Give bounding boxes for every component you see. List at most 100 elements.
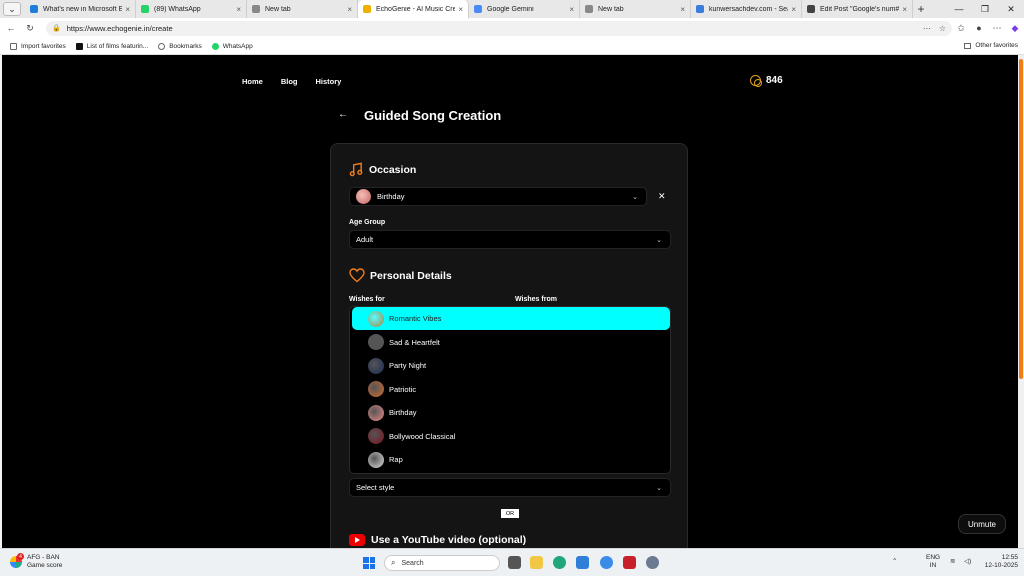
tray-overflow-icon[interactable]: ⌃ [892, 558, 897, 566]
tab-label: (89) WhatsApp [154, 5, 201, 13]
tab-favicon-icon [585, 5, 593, 13]
occasion-select[interactable]: Birthday ⌄ [349, 187, 647, 206]
tab-favicon-icon [474, 5, 482, 13]
close-window-button[interactable]: ✕ [998, 0, 1024, 18]
url-text: https://www.echogenie.in/create [66, 23, 173, 33]
nav-history[interactable]: History [316, 77, 342, 86]
fav-bookmarks[interactable]: Bookmarks [158, 42, 202, 50]
volume-icon[interactable]: ◁) [964, 558, 971, 566]
age-group-select[interactable]: Adult ⌄ [349, 230, 671, 249]
age-group-label: Age Group [349, 219, 386, 226]
back-button[interactable]: ← [3, 20, 19, 36]
tab-favicon-icon [363, 5, 371, 13]
style-avatar [368, 451, 384, 468]
wifi-icon[interactable]: ≋ [950, 558, 955, 566]
edge-browser-icon[interactable] [553, 556, 566, 569]
profile-icon[interactable]: ● [970, 20, 988, 36]
favorites-icon[interactable]: ✩ [952, 20, 970, 36]
browser-tab[interactable]: (89) WhatsApp × [136, 0, 247, 18]
occasion-heading: Occasion [349, 162, 416, 177]
refresh-button[interactable]: ↻ [22, 20, 38, 36]
tab-favicon-icon [696, 5, 704, 13]
tab-strip: ⌄ What's new in Microsoft Ed × (89) WhatsA… [0, 0, 1024, 18]
style-option-label: Rap [389, 455, 403, 464]
back-arrow-icon[interactable]: ← [338, 109, 348, 120]
style-option[interactable]: Birthday [352, 401, 670, 424]
news-widget[interactable]: 4 AFG - BAN Game score [10, 553, 62, 570]
tab-close-icon[interactable]: × [902, 5, 907, 14]
lock-icon: 🔒 [52, 25, 61, 32]
taskbar-search[interactable]: ⌕ Search [384, 555, 500, 571]
personal-details-heading-text: Personal Details [370, 269, 452, 282]
style-option[interactable]: Party Night [352, 354, 670, 377]
clear-occasion-icon[interactable]: ✕ [658, 191, 666, 202]
page-title: Guided Song Creation [364, 108, 502, 123]
browser-tab[interactable]: New tab × [580, 0, 691, 18]
favorite-star-icon[interactable]: ☆ [939, 24, 946, 33]
browser-tab[interactable]: Edit Post "Google's num#1 × [802, 0, 913, 18]
tab-actions-menu-icon[interactable]: ⌄ [3, 2, 21, 16]
clock-date: 12-10-2025 [984, 562, 1018, 569]
birthday-avatar [356, 189, 371, 204]
tab-close-icon[interactable]: × [458, 5, 463, 14]
style-option[interactable]: Sad & Heartfelt [352, 331, 670, 354]
maximize-button[interactable]: ❐ [972, 0, 998, 18]
style-option[interactable]: Romantic Vibes [352, 307, 670, 330]
style-option[interactable]: Rap [352, 448, 670, 471]
browser-tab[interactable]: What's new in Microsoft Ed × [25, 0, 136, 18]
favorites-bar: Import favorites List of films featurin.… [0, 38, 1024, 55]
browser-tab[interactable]: EchoGenie - AI Music Creat × [358, 0, 469, 18]
youtube-heading-text: Use a YouTube video (optional) [371, 534, 527, 546]
start-button[interactable] [363, 557, 375, 569]
app-icon[interactable] [600, 556, 613, 569]
store-icon[interactable] [576, 556, 589, 569]
url-field[interactable]: 🔒 https://www.echogenie.in/create ⋯ ☆ [46, 20, 952, 36]
chevron-down-icon: ⌄ [656, 485, 662, 492]
nav-home[interactable]: Home [242, 77, 263, 86]
browser-tab[interactable]: kunwersachdev.com - Sear × [691, 0, 802, 18]
tab-close-icon[interactable]: × [569, 5, 574, 14]
tab-label: kunwersachdev.com - Sear [709, 5, 789, 13]
tab-close-icon[interactable]: × [680, 5, 685, 14]
page-menu-icon[interactable]: ⋯ [923, 24, 931, 33]
youtube-option[interactable]: Use a YouTube video (optional) [349, 534, 526, 546]
style-option[interactable]: Patriotic [352, 378, 670, 401]
browser-tab[interactable]: Google Gemini × [469, 0, 580, 18]
settings-gear-icon[interactable] [646, 556, 659, 569]
chevron-down-icon: ⌄ [632, 194, 638, 201]
tab-label: EchoGenie - AI Music Creat [376, 5, 456, 13]
tab-close-icon[interactable]: × [791, 5, 796, 14]
tab-favicon-icon [30, 5, 38, 13]
unmute-button[interactable]: Unmute [958, 514, 1006, 534]
credits-display: 846 [750, 75, 783, 87]
notification-badge: 4 [17, 553, 24, 560]
copilot-icon[interactable]: ◆ [1006, 20, 1024, 36]
tab-close-icon[interactable]: × [347, 5, 352, 14]
clock[interactable]: 12:55 12-10-2025 [976, 554, 1018, 570]
mcafee-icon[interactable] [623, 556, 636, 569]
fav-list-films[interactable]: List of films featurin... [75, 42, 148, 50]
page-scrollbar[interactable] [1018, 55, 1024, 548]
scrollbar-thumb[interactable] [1019, 59, 1023, 379]
fav-import[interactable]: Import favorites [10, 42, 66, 50]
style-option[interactable]: Bollywood Classical [352, 425, 670, 448]
tab-list: What's new in Microsoft Ed × (89) WhatsApp… [25, 0, 913, 18]
style-option-label: Patriotic [389, 384, 417, 394]
language-indicator[interactable]: ENG IN [926, 554, 940, 570]
nav-blog[interactable]: Blog [281, 77, 298, 86]
task-view-icon[interactable] [508, 556, 521, 569]
style-option-label: Sad & Heartfelt [389, 337, 440, 347]
minimize-button[interactable]: — [946, 0, 972, 18]
tab-label: Google Gemini [487, 5, 534, 13]
tab-close-icon[interactable]: × [125, 5, 130, 14]
site-icon [75, 42, 83, 50]
style-avatar [368, 381, 384, 397]
browser-tab[interactable]: New tab × [247, 0, 358, 18]
tab-close-icon[interactable]: × [236, 5, 241, 14]
more-options-icon[interactable]: ⋯ [988, 20, 1006, 36]
file-explorer-icon[interactable] [530, 556, 543, 569]
fav-whatsapp[interactable]: WhatsApp [211, 42, 253, 50]
new-tab-button[interactable]: + [913, 2, 929, 16]
style-select[interactable]: Select style ⌄ [349, 478, 671, 497]
other-favorites[interactable]: Other favorites [964, 42, 1018, 49]
